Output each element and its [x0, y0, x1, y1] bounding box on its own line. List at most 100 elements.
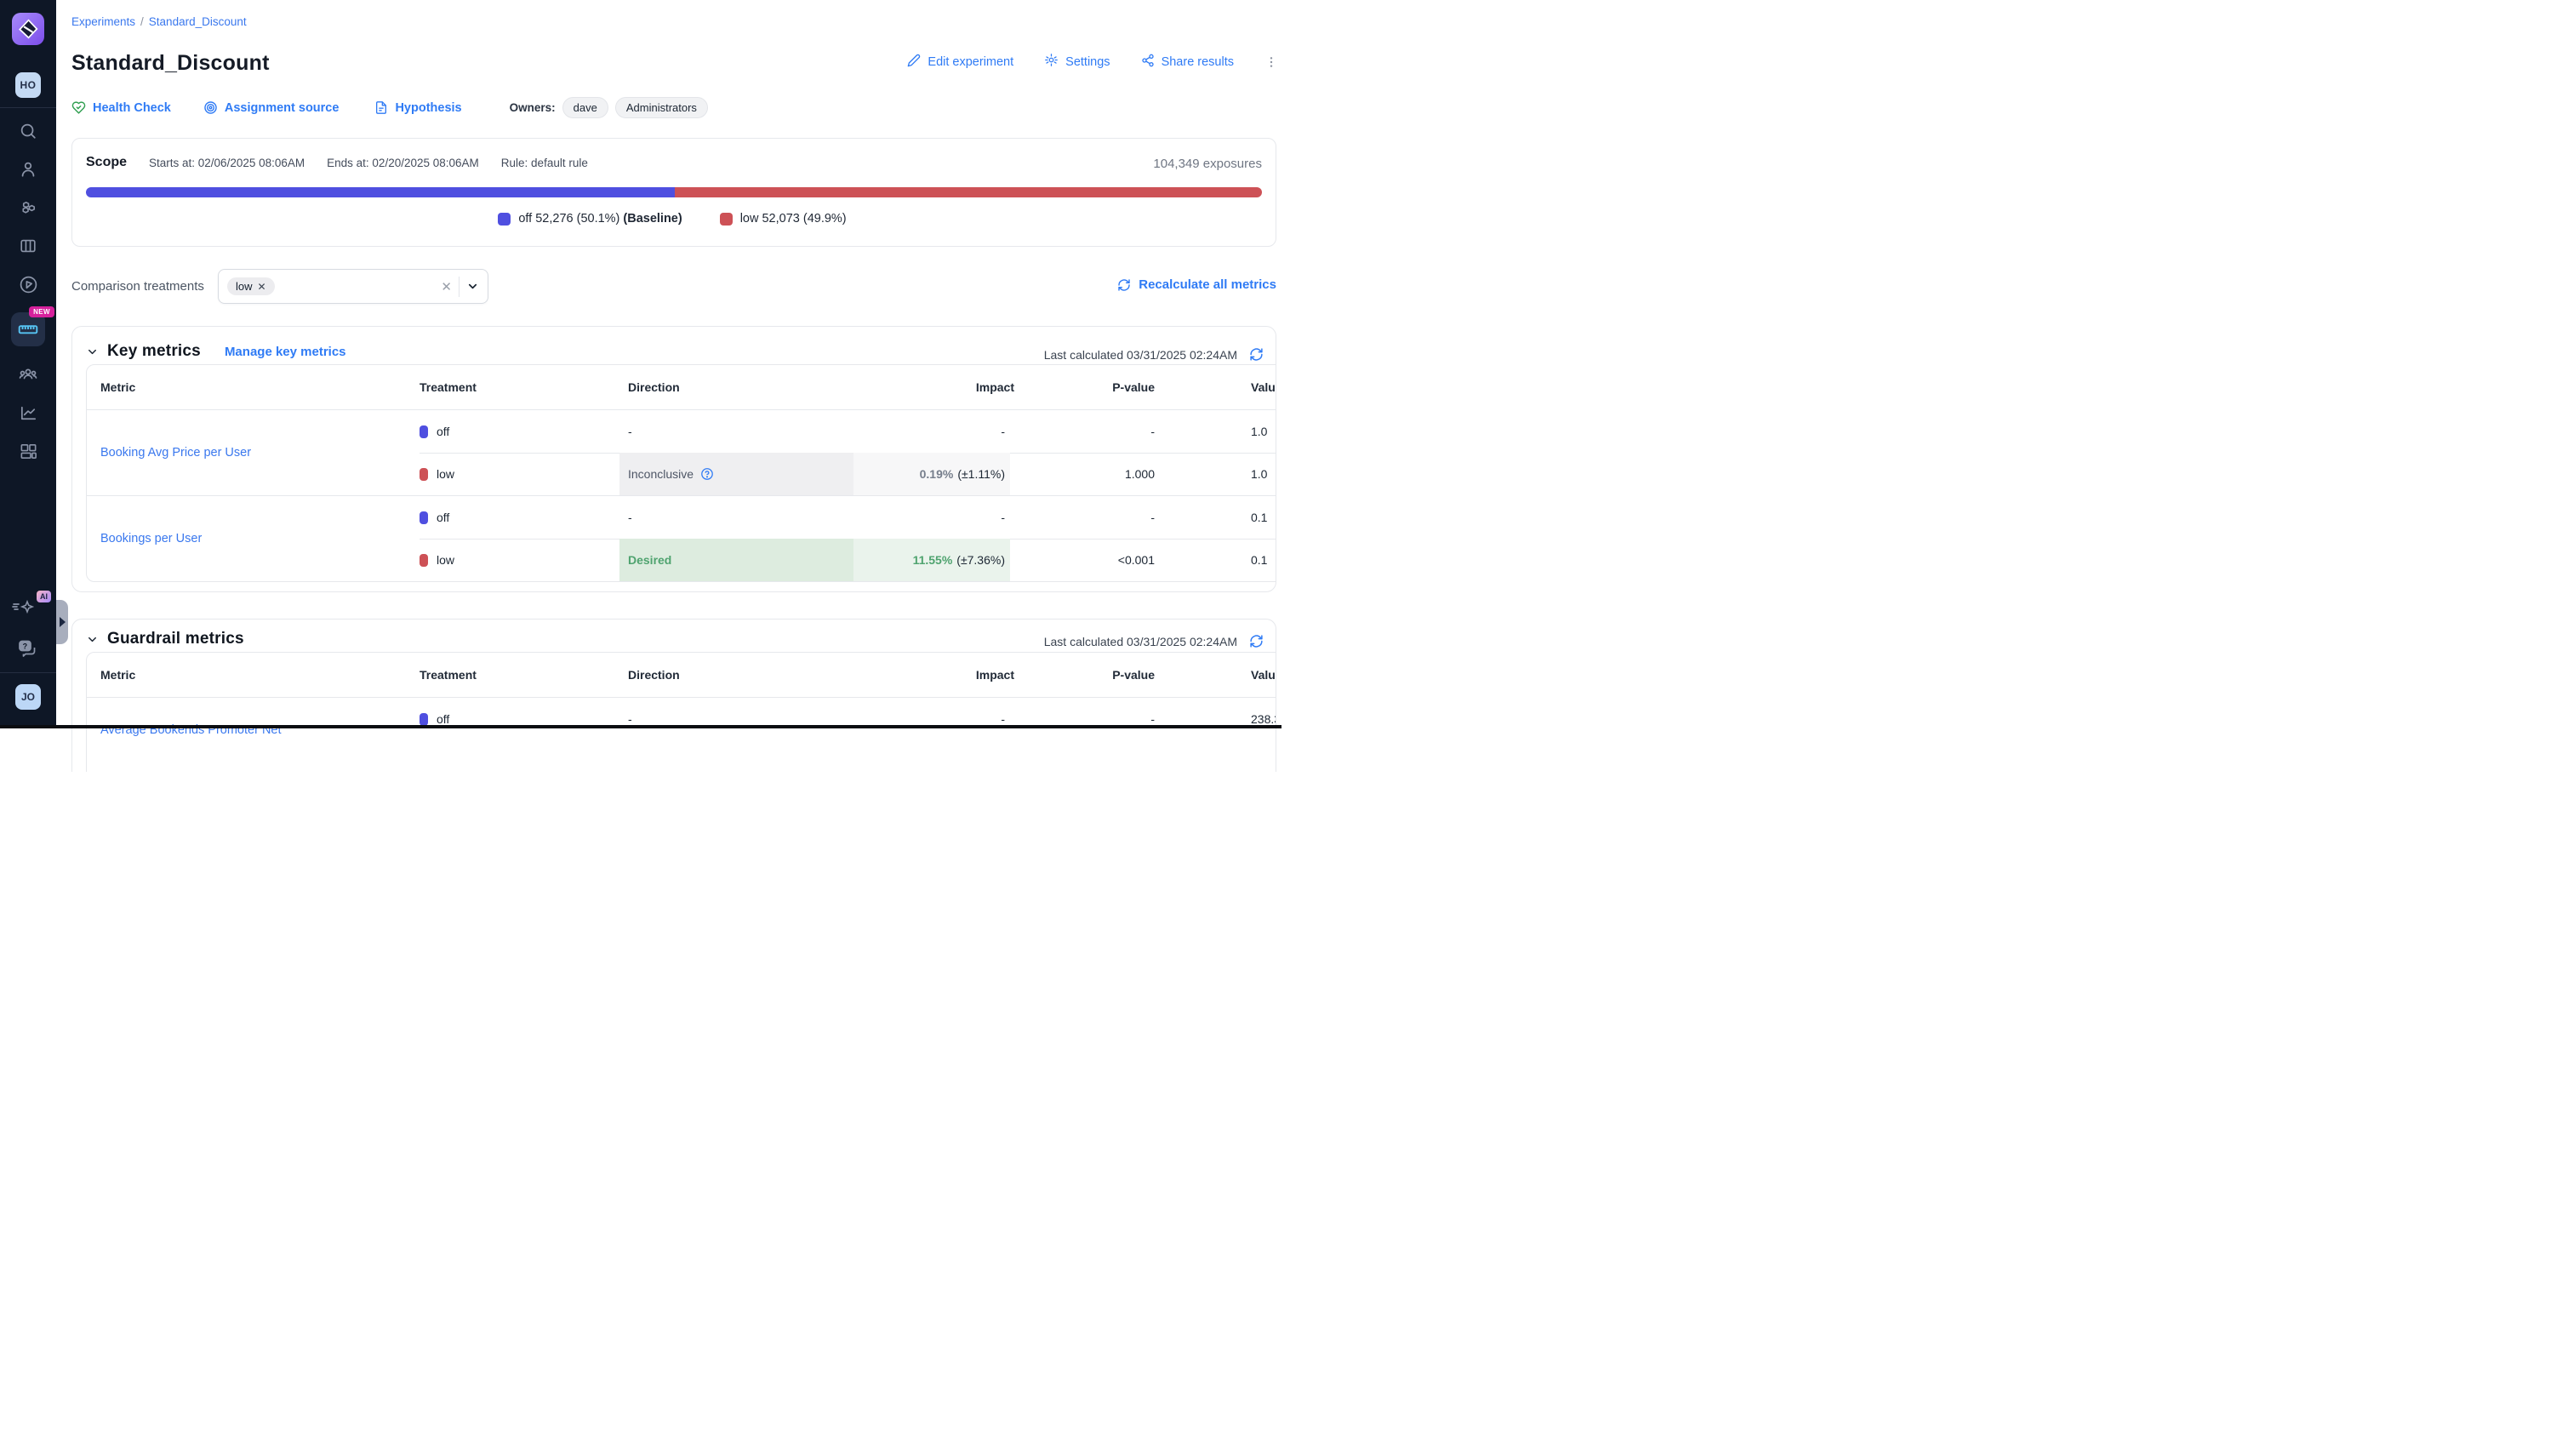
exposure-split-bar: [86, 187, 1262, 197]
target-icon: [203, 100, 218, 115]
bar-segment-off: [86, 187, 675, 197]
chip-remove-icon[interactable]: ✕: [258, 281, 266, 293]
breadcrumb: Experiments/Standard_Discount: [71, 15, 247, 28]
direction-label: Desired: [628, 553, 671, 567]
p-value-cell: -: [985, 511, 1155, 524]
edit-experiment-button[interactable]: Edit experiment: [907, 54, 1013, 71]
direction-label: -: [628, 511, 632, 524]
value-cell: 238.3: [1251, 712, 1276, 726]
nav-item-metrics-active[interactable]: NEW: [11, 312, 45, 346]
column-header-direction: Direction: [628, 668, 680, 682]
p-value-cell: <0.001: [985, 553, 1155, 567]
collapse-chevron-icon[interactable]: [86, 633, 99, 646]
breadcrumb-experiments[interactable]: Experiments: [71, 15, 135, 28]
scope-ends: Ends at: 02/20/2025 08:06AM: [327, 157, 479, 169]
hypothesis-link[interactable]: Hypothesis: [374, 100, 461, 115]
blocks-icon[interactable]: [18, 441, 38, 461]
legend-item-off: off 52,276 (50.1%)(Baseline): [498, 212, 682, 226]
user-avatar[interactable]: JO: [15, 684, 41, 710]
settings-button[interactable]: Settings: [1044, 53, 1110, 71]
treatment-name: off: [437, 712, 449, 726]
treatment-swatch: [420, 511, 428, 524]
search-icon[interactable]: [18, 121, 38, 141]
column-header-value: Value: [1251, 668, 1276, 682]
select-divider: [459, 277, 460, 297]
key-metrics-table: MetricTreatmentDirectionImpactP-valueVal…: [86, 364, 1276, 582]
legend-swatch-low: [720, 213, 733, 226]
user-icon[interactable]: [18, 159, 38, 180]
treatment-cell: low: [420, 553, 454, 567]
sidebar-divider-bottom: [0, 672, 56, 673]
more-options-button[interactable]: [1264, 54, 1278, 70]
ai-assistant-icon[interactable]: AI: [10, 597, 46, 623]
comparison-treatments-label: Comparison treatments: [71, 279, 204, 294]
recalculate-all-metrics-button[interactable]: Recalculate all metrics: [1117, 277, 1276, 292]
owners-group: Owners: dave Administrators: [510, 97, 708, 118]
owners-label: Owners:: [510, 101, 556, 114]
line-chart-icon[interactable]: [18, 403, 38, 423]
owner-chip[interactable]: dave: [562, 97, 608, 118]
exposures-count: 104,349 exposures: [1153, 157, 1262, 171]
health-check-link[interactable]: Health Check: [71, 100, 171, 115]
owner-chip[interactable]: Administrators: [615, 97, 708, 118]
refresh-icon[interactable]: [1249, 347, 1264, 362]
treatment-row: lowInconclusive0.19%(±1.11%)1.0001.0: [87, 453, 1276, 495]
metric-link[interactable]: Bookings per User: [100, 532, 202, 545]
treatment-chip-low[interactable]: low ✕: [227, 277, 275, 295]
header-actions: Edit experiment Settings Share results: [907, 53, 1278, 71]
p-value-cell: -: [985, 425, 1155, 438]
hexagons-icon[interactable]: [18, 197, 38, 218]
comparison-treatments-select[interactable]: low ✕ ✕: [218, 269, 488, 304]
treatment-cell: low: [420, 467, 454, 481]
flag-play-icon[interactable]: [18, 274, 38, 294]
column-header-treatment: Treatment: [420, 668, 477, 682]
manage-key-metrics-link[interactable]: Manage key metrics: [225, 345, 346, 359]
sidebar-divider: [0, 107, 56, 108]
scope-rule: Rule: default rule: [501, 157, 588, 169]
value-cell: 1.0: [1251, 467, 1267, 481]
meta-tags-row: Health Check Assignment source Hypothesi…: [71, 97, 708, 118]
scope-starts: Starts at: 02/06/2025 08:06AM: [149, 157, 305, 169]
share-icon: [1141, 54, 1155, 71]
column-header-p-value: P-value: [985, 668, 1155, 682]
direction-label: -: [628, 425, 632, 438]
p-value-cell: -: [985, 712, 1155, 726]
sidebar-nav: NEW: [0, 121, 56, 461]
treatment-name: off: [437, 425, 449, 438]
treatment-swatch: [420, 554, 428, 567]
guardrail-metrics-section: Guardrail metrics Last calculated 03/31/…: [71, 619, 1276, 772]
column-header-value: Value: [1251, 380, 1276, 394]
treatment-row: off---1.0: [87, 410, 1276, 453]
sidebar-expand-handle[interactable]: [56, 600, 68, 644]
p-value-cell: 1.000: [985, 467, 1155, 481]
metric-link[interactable]: Booking Avg Price per User: [100, 446, 251, 460]
columns-icon[interactable]: [18, 236, 38, 256]
direction-cell: Inconclusive: [619, 453, 853, 495]
treatment-swatch: [420, 425, 428, 438]
key-last-calculated: Last calculated 03/31/2025 02:24AM: [1044, 348, 1237, 362]
help-chat-icon[interactable]: ?: [17, 638, 39, 660]
people-icon[interactable]: [18, 364, 38, 385]
direction-cell: -: [619, 496, 853, 539]
statsig-logo[interactable]: [12, 13, 44, 45]
collapse-chevron-icon[interactable]: [86, 345, 99, 358]
bar-segment-low: [675, 187, 1262, 197]
workspace-badge[interactable]: HO: [15, 72, 41, 98]
assignment-source-link[interactable]: Assignment source: [203, 100, 340, 115]
treatment-name: low: [437, 553, 454, 567]
sidebar: HO NEW: [0, 0, 56, 728]
share-results-button[interactable]: Share results: [1141, 54, 1234, 71]
bottom-scrollbar-strip[interactable]: [0, 725, 1282, 728]
legend-item-low: low 52,073 (49.9%): [720, 212, 850, 226]
help-circle-icon[interactable]: [700, 467, 714, 481]
direction-cell: -: [619, 698, 853, 740]
value-cell: 1.0: [1251, 425, 1267, 438]
table-header-row: MetricTreatmentDirectionImpactP-valueVal…: [87, 653, 1276, 698]
svg-text:?: ?: [23, 642, 28, 650]
refresh-icon[interactable]: [1249, 634, 1264, 648]
select-clear-icon[interactable]: ✕: [441, 279, 452, 294]
breadcrumb-current[interactable]: Standard_Discount: [149, 15, 247, 28]
ai-badge: AI: [37, 591, 51, 602]
value-cell: 0.1: [1251, 553, 1267, 567]
chevron-down-icon[interactable]: [466, 280, 479, 293]
